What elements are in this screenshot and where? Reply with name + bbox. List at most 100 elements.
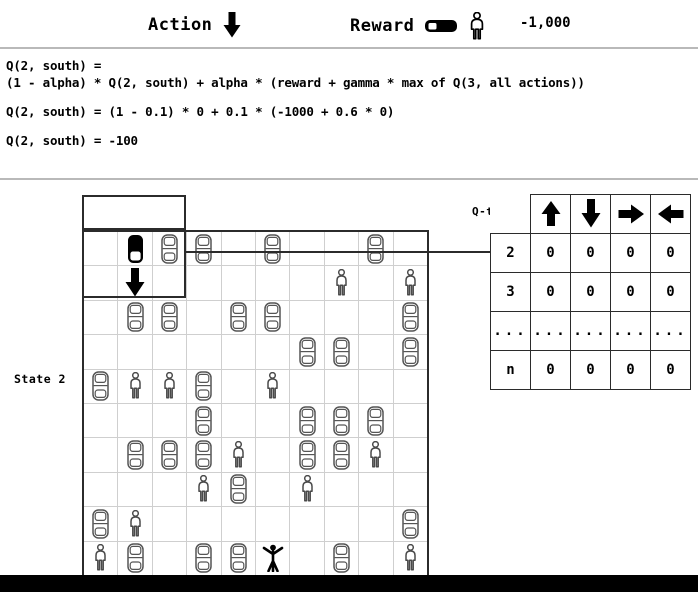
grid-cell-car[interactable] xyxy=(151,437,188,473)
grid-cell-person[interactable] xyxy=(82,540,119,577)
grid-cell-empty[interactable] xyxy=(392,368,429,404)
grid-cell-arrow-down[interactable] xyxy=(117,265,153,301)
grid-cell-empty[interactable] xyxy=(220,506,256,542)
grid-cell-empty[interactable] xyxy=(151,540,188,577)
grid-cell-car[interactable] xyxy=(82,368,119,404)
grid-cell-empty[interactable] xyxy=(220,368,256,404)
grid-cell-empty[interactable] xyxy=(82,299,119,336)
grid-cell-empty[interactable] xyxy=(82,334,119,370)
grid-cell-empty[interactable] xyxy=(254,471,291,508)
grid-cell-car[interactable] xyxy=(254,230,291,267)
grid-cell-car[interactable] xyxy=(323,437,360,473)
grid-cell-empty[interactable] xyxy=(151,402,188,439)
grid-cell-empty[interactable] xyxy=(186,299,222,336)
grid-cell-person[interactable] xyxy=(392,540,429,577)
grid-cell-empty[interactable] xyxy=(358,334,394,370)
grid-cell-empty[interactable] xyxy=(220,402,256,439)
grid-cell-car[interactable] xyxy=(289,402,325,439)
grid-cell-car[interactable] xyxy=(254,299,291,336)
grid-cell-empty[interactable] xyxy=(117,471,153,508)
grid-cell-empty[interactable] xyxy=(289,230,325,267)
grid-cell-empty[interactable] xyxy=(186,265,222,301)
grid-cell-person[interactable] xyxy=(254,368,291,404)
grid-cell-empty[interactable] xyxy=(289,540,325,577)
grid-cell-car[interactable] xyxy=(220,540,256,577)
grid-cell-empty[interactable] xyxy=(323,299,360,336)
grid-cell-car[interactable] xyxy=(117,299,153,336)
grid-cell-empty[interactable] xyxy=(358,506,394,542)
grid-cell-empty[interactable] xyxy=(323,506,360,542)
grid-cell-car[interactable] xyxy=(186,437,222,473)
grid-cell-car[interactable] xyxy=(323,334,360,370)
grid-cell-empty[interactable] xyxy=(358,471,394,508)
grid-cell-empty[interactable] xyxy=(220,334,256,370)
grid-cell-car[interactable] xyxy=(220,471,256,508)
grid-cell-empty[interactable] xyxy=(392,471,429,508)
grid-cell-person[interactable] xyxy=(289,471,325,508)
grid-cell-empty[interactable] xyxy=(151,506,188,542)
grid-cell-empty[interactable] xyxy=(358,299,394,336)
grid-cell-empty[interactable] xyxy=(392,230,429,267)
grid-cell-person[interactable] xyxy=(392,265,429,301)
grid-cell-empty[interactable] xyxy=(358,540,394,577)
grid-cell-person[interactable] xyxy=(220,437,256,473)
grid-cell-empty[interactable] xyxy=(186,334,222,370)
grid-cell-empty[interactable] xyxy=(220,230,256,267)
grid-cell-empty[interactable] xyxy=(117,402,153,439)
grid-cell-person[interactable] xyxy=(151,368,188,404)
grid-cell-empty[interactable] xyxy=(323,471,360,508)
grid-cell-empty[interactable] xyxy=(117,334,153,370)
grid-cell-person[interactable] xyxy=(323,265,360,301)
grid-cell-car[interactable] xyxy=(323,540,360,577)
grid-cell-car[interactable] xyxy=(186,230,222,267)
grid-cell-empty[interactable] xyxy=(358,368,394,404)
grid-cell-car[interactable] xyxy=(82,506,119,542)
grid-cell-person-black-raised[interactable] xyxy=(254,540,291,577)
grid-cell-car[interactable] xyxy=(117,540,153,577)
grid-cell-car[interactable] xyxy=(151,230,188,267)
grid-cell-empty[interactable] xyxy=(289,368,325,404)
grid-cell-car[interactable] xyxy=(117,437,153,473)
grid-cell-empty[interactable] xyxy=(151,265,188,301)
grid-cell-empty[interactable] xyxy=(254,437,291,473)
grid-cell-empty[interactable] xyxy=(254,402,291,439)
grid-cell-car[interactable] xyxy=(289,437,325,473)
grid-cell-empty[interactable] xyxy=(82,230,119,267)
grid-cell-empty[interactable] xyxy=(82,437,119,473)
grid-cell-empty[interactable] xyxy=(186,506,222,542)
grid-cell-empty[interactable] xyxy=(220,265,256,301)
grid-cell-empty[interactable] xyxy=(254,506,291,542)
grid-cell-person[interactable] xyxy=(358,437,394,473)
grid-cell-car-black[interactable] xyxy=(117,230,153,267)
grid-cell-person[interactable] xyxy=(186,471,222,508)
grid-cell-car[interactable] xyxy=(186,402,222,439)
grid-cell-empty[interactable] xyxy=(323,230,360,267)
grid-cell-car[interactable] xyxy=(392,299,429,336)
grid-cell-empty[interactable] xyxy=(151,334,188,370)
grid-cell-car[interactable] xyxy=(392,334,429,370)
grid-cell-empty[interactable] xyxy=(289,506,325,542)
grid-cell-empty[interactable] xyxy=(392,402,429,439)
grid-cell-empty[interactable] xyxy=(323,368,360,404)
grid-cell-empty[interactable] xyxy=(358,265,394,301)
grid-cell-car[interactable] xyxy=(151,299,188,336)
grid-cell-empty[interactable] xyxy=(82,471,119,508)
grid-cell-car[interactable] xyxy=(392,506,429,542)
grid-cell-car[interactable] xyxy=(358,402,394,439)
grid-cell-car[interactable] xyxy=(289,334,325,370)
grid-cell-car[interactable] xyxy=(186,540,222,577)
grid-cell-person[interactable] xyxy=(117,506,153,542)
grid-cell-car[interactable] xyxy=(323,402,360,439)
grid-cell-car[interactable] xyxy=(186,368,222,404)
grid-cell-person[interactable] xyxy=(117,368,153,404)
grid-cell-empty[interactable] xyxy=(392,437,429,473)
grid-cell-empty[interactable] xyxy=(82,402,119,439)
grid-cell-empty[interactable] xyxy=(289,299,325,336)
grid-cell-empty[interactable] xyxy=(254,265,291,301)
grid-cell-empty[interactable] xyxy=(151,471,188,508)
grid-cell-car[interactable] xyxy=(358,230,394,267)
grid-cell-empty[interactable] xyxy=(254,334,291,370)
grid-cell-car[interactable] xyxy=(220,299,256,336)
grid-cell-empty[interactable] xyxy=(82,265,119,301)
grid-cell-empty[interactable] xyxy=(289,265,325,301)
